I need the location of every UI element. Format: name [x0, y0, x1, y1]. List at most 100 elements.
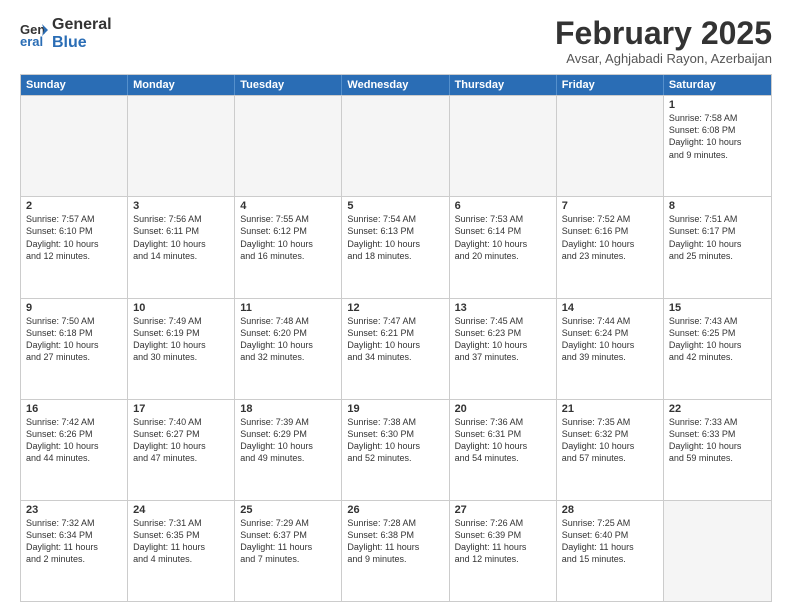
calendar-cell: 14Sunrise: 7:44 AM Sunset: 6:24 PM Dayli…: [557, 299, 664, 399]
day-number: 21: [562, 403, 658, 415]
logo-general-text: General: [52, 16, 112, 34]
day-number: 3: [133, 200, 229, 212]
calendar-cell: 26Sunrise: 7:28 AM Sunset: 6:38 PM Dayli…: [342, 501, 449, 601]
calendar-week-row: 1Sunrise: 7:58 AM Sunset: 6:08 PM Daylig…: [21, 95, 771, 196]
day-info: Sunrise: 7:44 AM Sunset: 6:24 PM Dayligh…: [562, 315, 658, 364]
svg-text:eral: eral: [20, 34, 43, 48]
calendar-week-row: 23Sunrise: 7:32 AM Sunset: 6:34 PM Dayli…: [21, 500, 771, 601]
calendar-cell: 13Sunrise: 7:45 AM Sunset: 6:23 PM Dayli…: [450, 299, 557, 399]
day-number: 22: [669, 403, 766, 415]
logo: Gen eral General Blue: [20, 16, 112, 51]
day-info: Sunrise: 7:57 AM Sunset: 6:10 PM Dayligh…: [26, 213, 122, 262]
day-number: 15: [669, 302, 766, 314]
calendar-cell: 28Sunrise: 7:25 AM Sunset: 6:40 PM Dayli…: [557, 501, 664, 601]
day-number: 5: [347, 200, 443, 212]
day-info: Sunrise: 7:40 AM Sunset: 6:27 PM Dayligh…: [133, 416, 229, 465]
calendar-cell: [128, 96, 235, 196]
calendar-cell: 6Sunrise: 7:53 AM Sunset: 6:14 PM Daylig…: [450, 197, 557, 297]
weekday-header: Saturday: [664, 75, 771, 95]
month-title: February 2025: [555, 16, 772, 51]
day-info: Sunrise: 7:28 AM Sunset: 6:38 PM Dayligh…: [347, 517, 443, 566]
day-info: Sunrise: 7:39 AM Sunset: 6:29 PM Dayligh…: [240, 416, 336, 465]
calendar-cell: 10Sunrise: 7:49 AM Sunset: 6:19 PM Dayli…: [128, 299, 235, 399]
calendar-cell: [342, 96, 449, 196]
day-info: Sunrise: 7:58 AM Sunset: 6:08 PM Dayligh…: [669, 112, 766, 161]
day-number: 8: [669, 200, 766, 212]
day-number: 9: [26, 302, 122, 314]
logo-blue-text: Blue: [52, 34, 112, 52]
day-info: Sunrise: 7:43 AM Sunset: 6:25 PM Dayligh…: [669, 315, 766, 364]
day-number: 25: [240, 504, 336, 516]
day-info: Sunrise: 7:54 AM Sunset: 6:13 PM Dayligh…: [347, 213, 443, 262]
day-number: 11: [240, 302, 336, 314]
calendar-body: 1Sunrise: 7:58 AM Sunset: 6:08 PM Daylig…: [21, 95, 771, 601]
day-info: Sunrise: 7:38 AM Sunset: 6:30 PM Dayligh…: [347, 416, 443, 465]
day-info: Sunrise: 7:33 AM Sunset: 6:33 PM Dayligh…: [669, 416, 766, 465]
day-info: Sunrise: 7:45 AM Sunset: 6:23 PM Dayligh…: [455, 315, 551, 364]
page-header: Gen eral General Blue February 2025 Avsa…: [20, 16, 772, 66]
day-info: Sunrise: 7:56 AM Sunset: 6:11 PM Dayligh…: [133, 213, 229, 262]
calendar-cell: 21Sunrise: 7:35 AM Sunset: 6:32 PM Dayli…: [557, 400, 664, 500]
day-number: 17: [133, 403, 229, 415]
day-number: 23: [26, 504, 122, 516]
day-info: Sunrise: 7:51 AM Sunset: 6:17 PM Dayligh…: [669, 213, 766, 262]
day-info: Sunrise: 7:25 AM Sunset: 6:40 PM Dayligh…: [562, 517, 658, 566]
day-number: 7: [562, 200, 658, 212]
day-number: 24: [133, 504, 229, 516]
calendar-cell: 11Sunrise: 7:48 AM Sunset: 6:20 PM Dayli…: [235, 299, 342, 399]
calendar-cell: 3Sunrise: 7:56 AM Sunset: 6:11 PM Daylig…: [128, 197, 235, 297]
weekday-header: Sunday: [21, 75, 128, 95]
calendar-cell: 12Sunrise: 7:47 AM Sunset: 6:21 PM Dayli…: [342, 299, 449, 399]
calendar-cell: 25Sunrise: 7:29 AM Sunset: 6:37 PM Dayli…: [235, 501, 342, 601]
day-number: 16: [26, 403, 122, 415]
day-info: Sunrise: 7:42 AM Sunset: 6:26 PM Dayligh…: [26, 416, 122, 465]
day-info: Sunrise: 7:31 AM Sunset: 6:35 PM Dayligh…: [133, 517, 229, 566]
calendar-cell: 5Sunrise: 7:54 AM Sunset: 6:13 PM Daylig…: [342, 197, 449, 297]
weekday-header: Tuesday: [235, 75, 342, 95]
day-number: 28: [562, 504, 658, 516]
day-number: 27: [455, 504, 551, 516]
day-info: Sunrise: 7:29 AM Sunset: 6:37 PM Dayligh…: [240, 517, 336, 566]
calendar-cell: 15Sunrise: 7:43 AM Sunset: 6:25 PM Dayli…: [664, 299, 771, 399]
weekday-header: Friday: [557, 75, 664, 95]
day-info: Sunrise: 7:49 AM Sunset: 6:19 PM Dayligh…: [133, 315, 229, 364]
calendar-cell: 7Sunrise: 7:52 AM Sunset: 6:16 PM Daylig…: [557, 197, 664, 297]
calendar-cell: [235, 96, 342, 196]
calendar-cell: 20Sunrise: 7:36 AM Sunset: 6:31 PM Dayli…: [450, 400, 557, 500]
day-info: Sunrise: 7:52 AM Sunset: 6:16 PM Dayligh…: [562, 213, 658, 262]
day-number: 20: [455, 403, 551, 415]
calendar-cell: 9Sunrise: 7:50 AM Sunset: 6:18 PM Daylig…: [21, 299, 128, 399]
day-number: 6: [455, 200, 551, 212]
day-number: 18: [240, 403, 336, 415]
day-info: Sunrise: 7:35 AM Sunset: 6:32 PM Dayligh…: [562, 416, 658, 465]
calendar-cell: 4Sunrise: 7:55 AM Sunset: 6:12 PM Daylig…: [235, 197, 342, 297]
day-number: 12: [347, 302, 443, 314]
day-info: Sunrise: 7:36 AM Sunset: 6:31 PM Dayligh…: [455, 416, 551, 465]
calendar-cell: 18Sunrise: 7:39 AM Sunset: 6:29 PM Dayli…: [235, 400, 342, 500]
day-info: Sunrise: 7:55 AM Sunset: 6:12 PM Dayligh…: [240, 213, 336, 262]
calendar-cell: 19Sunrise: 7:38 AM Sunset: 6:30 PM Dayli…: [342, 400, 449, 500]
day-number: 1: [669, 99, 766, 111]
weekday-header: Monday: [128, 75, 235, 95]
day-info: Sunrise: 7:50 AM Sunset: 6:18 PM Dayligh…: [26, 315, 122, 364]
calendar-cell: [664, 501, 771, 601]
calendar-header: SundayMondayTuesdayWednesdayThursdayFrid…: [21, 75, 771, 95]
calendar-week-row: 16Sunrise: 7:42 AM Sunset: 6:26 PM Dayli…: [21, 399, 771, 500]
calendar: SundayMondayTuesdayWednesdayThursdayFrid…: [20, 74, 772, 602]
calendar-cell: 22Sunrise: 7:33 AM Sunset: 6:33 PM Dayli…: [664, 400, 771, 500]
calendar-cell: [450, 96, 557, 196]
calendar-cell: 8Sunrise: 7:51 AM Sunset: 6:17 PM Daylig…: [664, 197, 771, 297]
calendar-cell: 17Sunrise: 7:40 AM Sunset: 6:27 PM Dayli…: [128, 400, 235, 500]
calendar-cell: 23Sunrise: 7:32 AM Sunset: 6:34 PM Dayli…: [21, 501, 128, 601]
day-number: 19: [347, 403, 443, 415]
day-info: Sunrise: 7:47 AM Sunset: 6:21 PM Dayligh…: [347, 315, 443, 364]
calendar-cell: 24Sunrise: 7:31 AM Sunset: 6:35 PM Dayli…: [128, 501, 235, 601]
day-number: 26: [347, 504, 443, 516]
day-number: 2: [26, 200, 122, 212]
day-number: 4: [240, 200, 336, 212]
calendar-cell: 16Sunrise: 7:42 AM Sunset: 6:26 PM Dayli…: [21, 400, 128, 500]
day-number: 13: [455, 302, 551, 314]
location-subtitle: Avsar, Aghjabadi Rayon, Azerbaijan: [555, 51, 772, 66]
weekday-header: Thursday: [450, 75, 557, 95]
calendar-cell: [21, 96, 128, 196]
